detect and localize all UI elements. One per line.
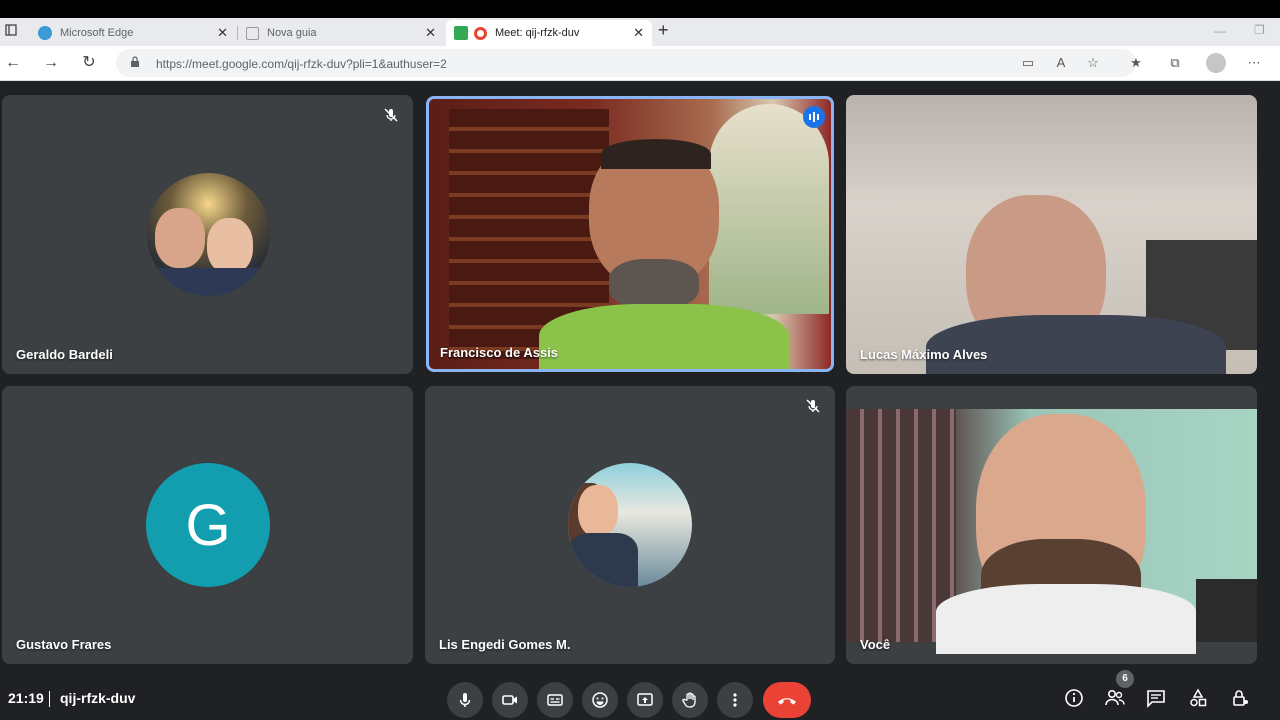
initial-avatar: G <box>146 463 270 587</box>
meeting-control-bar: 21:19 qij-rfzk-duv 6 <box>0 670 1280 720</box>
participant-photo <box>568 463 692 587</box>
chat-button[interactable] <box>1145 687 1167 709</box>
participant-name: Lucas Máximo Alves <box>860 347 988 362</box>
tab-meet[interactable]: Meet: qij-rfzk-duv ✕ <box>446 20 652 46</box>
participant-photo <box>147 173 270 296</box>
camera-icon[interactable]: ▭ <box>1019 54 1037 72</box>
participant-video <box>846 95 1257 374</box>
divider <box>49 691 50 707</box>
mic-muted-icon <box>384 108 398 122</box>
emoji-reactions-button[interactable] <box>582 682 618 718</box>
lock-icon <box>131 56 139 67</box>
leave-call-button[interactable] <box>763 682 811 718</box>
participant-tile[interactable]: Lis Engedi Gomes M. <box>425 386 835 664</box>
window-top-strip <box>0 0 1280 18</box>
tab-label: Nova guia <box>267 27 317 39</box>
refresh-icon[interactable]: ↻ <box>78 52 100 74</box>
hang-up-icon <box>778 698 796 705</box>
new-tab-icon[interactable]: + <box>658 20 669 41</box>
info-icon <box>1065 689 1083 707</box>
emoji-icon <box>592 692 608 708</box>
read-aloud-icon[interactable]: A <box>1052 54 1070 72</box>
captions-button[interactable] <box>537 682 573 718</box>
tab-label: Meet: qij-rfzk-duv <box>495 27 580 39</box>
meeting-time: 21:19 <box>8 690 44 706</box>
participant-name: Gustavo Frares <box>16 637 112 652</box>
participant-name: Francisco de Assis <box>440 345 559 360</box>
participant-video <box>846 409 1257 654</box>
raise-hand-button[interactable] <box>672 682 708 718</box>
participant-name: Lis Engedi Gomes M. <box>439 637 571 652</box>
close-tab-icon[interactable]: ✕ <box>217 25 228 41</box>
avatar-initial: G <box>185 492 231 558</box>
camera-button[interactable] <box>492 682 528 718</box>
more-options-button[interactable] <box>717 682 753 718</box>
participant-name: Você <box>860 637 891 652</box>
participant-tile[interactable]: Lucas Máximo Alves <box>846 95 1257 374</box>
participant-video <box>429 99 831 369</box>
minimize-icon[interactable]: — <box>1214 24 1226 38</box>
profile-avatar[interactable] <box>1206 53 1226 73</box>
add-favorite-icon[interactable]: ☆ <box>1084 54 1102 72</box>
host-controls-button[interactable] <box>1229 687 1251 709</box>
participant-count-badge: 6 <box>1116 670 1134 688</box>
close-tab-icon[interactable]: ✕ <box>633 25 644 41</box>
participant-tile[interactable]: Você <box>846 386 1257 664</box>
activities-button[interactable] <box>1187 687 1209 709</box>
tab-nova-guia[interactable]: Nova guia ✕ <box>238 20 444 46</box>
lock-person-icon <box>1233 690 1248 706</box>
microphone-button[interactable] <box>447 682 483 718</box>
browser-toolbar: ← → ↻ https://meet.google.com/qij-rfzk-d… <box>0 46 1280 81</box>
browser-tab-bar: Microsoft Edge ✕ Nova guia ✕ Meet: qij-r… <box>0 18 1280 46</box>
video-camera-icon <box>502 695 517 705</box>
tab-actions-icon[interactable] <box>0 21 22 43</box>
tab-microsoft-edge[interactable]: Microsoft Edge ✕ <box>30 20 236 46</box>
meeting-code: qij-rfzk-duv <box>60 690 136 706</box>
meeting-details-button[interactable] <box>1063 687 1085 709</box>
edge-icon <box>38 26 52 40</box>
tab-label: Microsoft Edge <box>60 27 134 39</box>
present-icon <box>637 693 653 706</box>
mic-muted-icon <box>806 399 820 413</box>
speaking-indicator-icon <box>803 106 825 128</box>
back-icon[interactable]: ← <box>2 52 24 74</box>
collections-icon[interactable]: ⧉ <box>1166 54 1184 72</box>
raise-hand-icon <box>682 692 696 708</box>
people-icon <box>1105 689 1125 706</box>
participant-tile[interactable]: G Gustavo Frares <box>2 386 413 664</box>
more-options-icon[interactable]: ⋯ <box>1245 54 1263 72</box>
chat-icon <box>1147 690 1165 708</box>
people-button[interactable] <box>1104 687 1126 709</box>
close-tab-icon[interactable]: ✕ <box>425 25 436 41</box>
meet-icon <box>454 26 468 40</box>
page-icon <box>246 26 259 40</box>
recording-icon <box>474 26 487 40</box>
favorites-icon[interactable]: ★ <box>1127 54 1145 72</box>
participant-tile[interactable]: Geraldo Bardeli <box>2 95 413 374</box>
microphone-icon <box>459 693 471 707</box>
captions-icon <box>547 694 563 706</box>
participant-tile[interactable]: Francisco de Assis <box>426 96 834 372</box>
url-text: https://meet.google.com/qij-rfzk-duv?pli… <box>156 57 447 71</box>
activities-shapes-icon <box>1190 688 1207 707</box>
participant-name: Geraldo Bardeli <box>16 347 113 362</box>
address-bar[interactable]: https://meet.google.com/qij-rfzk-duv?pli… <box>116 49 1136 77</box>
forward-icon[interactable]: → <box>40 52 62 74</box>
maximize-icon[interactable]: ❐ <box>1254 23 1265 37</box>
present-screen-button[interactable] <box>627 682 663 718</box>
more-vertical-icon <box>733 693 737 707</box>
